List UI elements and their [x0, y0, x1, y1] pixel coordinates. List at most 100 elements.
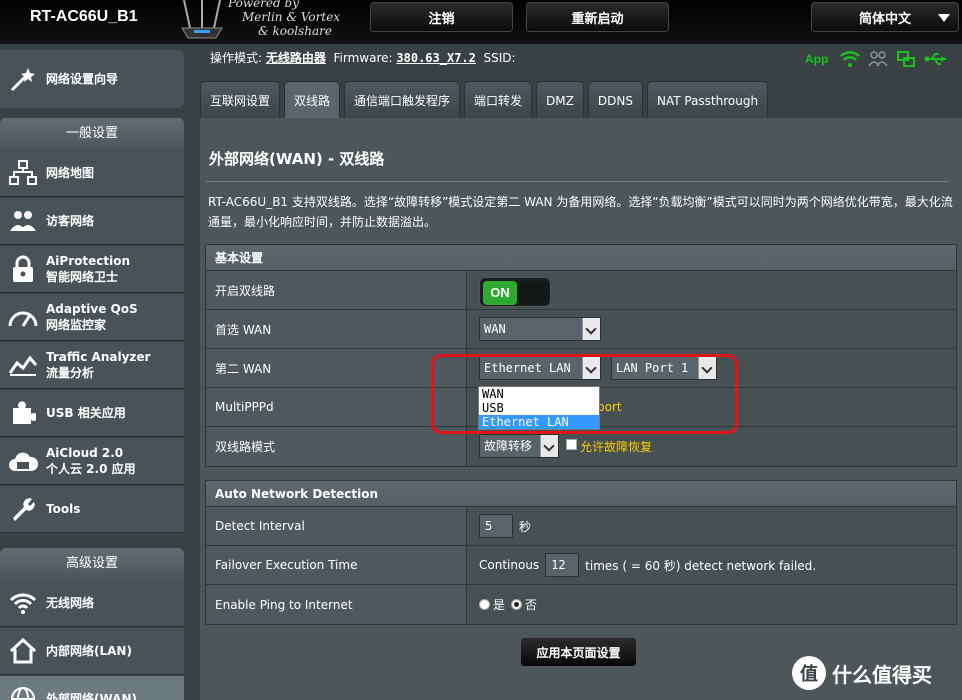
row-primary-wan: 首选 WAN WAN	[206, 310, 956, 349]
caret-down-icon	[938, 14, 950, 22]
sidebar-item-label: 访客网络	[46, 214, 95, 228]
tab-bar: 互联网设置 双线路 通信端口触发程序 端口转发 DMZ DDNS NAT Pas…	[200, 81, 769, 119]
globe-icon	[0, 676, 46, 700]
status-line: 操作模式: 无线路由器 Firmware: 380.63_X7.2 SSID:	[210, 49, 516, 66]
primary-wan-select[interactable]: WAN	[479, 317, 601, 341]
section-header: Auto Network Detection	[206, 481, 956, 507]
sidebar-item-wizard[interactable]: 网络设置向导	[0, 50, 184, 108]
sidebar-item-qos[interactable]: Adaptive QoS 网络监控家	[0, 294, 184, 341]
sidebar-item-guest-network[interactable]: 访客网络	[0, 198, 184, 245]
sidebar-item-sublabel: 智能网络卫士	[46, 270, 119, 284]
row-label: 双线路模式	[206, 427, 467, 466]
page-title: 外部网络(WAN) - 双线路	[209, 150, 385, 168]
sidebar-item-sublabel: 网络监控家	[46, 318, 107, 332]
dual-wan-mode-select[interactable]: 故障转移	[479, 434, 559, 458]
watermark-logo-text: 值	[800, 664, 818, 685]
speedometer-icon	[0, 294, 46, 341]
row-label: Detect Interval	[206, 507, 467, 545]
watermark-text: 什么值得买	[832, 662, 932, 687]
reboot-button[interactable]: 重新启动	[526, 2, 669, 32]
sidebar-item-wireless[interactable]: 无线网络	[0, 580, 184, 627]
toggle-knob	[519, 281, 549, 305]
sidebar-item-aicloud[interactable]: AiCloud 2.0 个人云 2.0 应用	[0, 438, 184, 485]
advanced-settings-header: 高级设置	[0, 548, 184, 580]
apply-button[interactable]: 应用本页面设置	[520, 637, 637, 667]
watermark-logo: 值	[792, 656, 826, 690]
mode-label: 操作模式:	[210, 51, 263, 65]
detect-interval-input[interactable]: 5	[479, 514, 513, 538]
section-header: 基本设置	[206, 245, 956, 271]
row-label: MultiPPPd	[206, 388, 467, 426]
row-ping-internet: Enable Ping to Internet 是 否	[206, 585, 956, 624]
usb-icon[interactable]	[924, 52, 948, 66]
sidebar-item-label: Tools	[46, 502, 81, 516]
credit-line-1: Powered by	[228, 0, 299, 10]
wifi-status-icon[interactable]	[840, 50, 861, 68]
sidebar-item-wan[interactable]: 外部网络(WAN)	[0, 676, 184, 700]
home-icon	[0, 628, 46, 675]
sidebar-item-sublabel: 流量分析	[46, 366, 95, 380]
sidebar-item-label: Traffic Analyzer	[46, 350, 151, 364]
row-label: Enable Ping to Internet	[206, 585, 467, 624]
guest-users-icon	[0, 198, 46, 245]
row-label: 第二 WAN	[206, 349, 467, 387]
row-detect-interval: Detect Interval 5 秒	[206, 507, 956, 546]
chart-icon	[0, 342, 46, 389]
sidebar: 网络设置向导 一般设置 网络地图 访客网络 AiProtection 智能网络卫士…	[0, 44, 185, 700]
interval-unit: 秒	[519, 519, 532, 534]
cloud-icon	[0, 438, 46, 485]
chevron-down-icon	[540, 435, 558, 457]
sidebar-item-label: 外部网络(WAN)	[46, 692, 137, 700]
ping-no-radio[interactable]	[511, 599, 523, 610]
chevron-down-icon	[582, 318, 600, 340]
tab-port-forward[interactable]: 端口转发	[464, 81, 533, 119]
tab-nat-passthrough[interactable]: NAT Passthrough	[646, 81, 769, 119]
allow-failback-label: 允许故障恢复	[580, 440, 653, 454]
sidebar-item-aiprotection[interactable]: AiProtection 智能网络卫士	[0, 246, 184, 293]
mode-link[interactable]: 无线路由器	[266, 51, 326, 65]
toggle-on-label: ON	[483, 281, 517, 305]
highlight-annotation	[431, 354, 738, 434]
sidebar-item-traffic-analyzer[interactable]: Traffic Analyzer 流量分析	[0, 342, 184, 389]
router-model: RT-AC66U_B1	[30, 8, 138, 25]
allow-failback-checkbox[interactable]	[566, 439, 577, 450]
row-label: Failover Execution Time	[206, 546, 467, 584]
ping-yes-label: 是	[493, 598, 506, 612]
puzzle-icon	[0, 390, 46, 437]
sidebar-item-sublabel: 个人云 2.0 应用	[46, 462, 136, 476]
tab-dmz[interactable]: DMZ	[536, 81, 584, 119]
dual-wan-toggle[interactable]: ON	[479, 277, 551, 307]
logout-button[interactable]: 注销	[370, 2, 513, 32]
language-select[interactable]: 简体中文	[811, 2, 959, 32]
sidebar-item-usb[interactable]: USB 相关应用	[0, 390, 184, 437]
firmware-link[interactable]: 380.63_X7.2	[396, 51, 475, 65]
clients-icon[interactable]	[868, 50, 888, 68]
sidebar-item-lan[interactable]: 内部网络(LAN)	[0, 628, 184, 675]
wrench-icon	[0, 486, 46, 533]
tab-internet[interactable]: 互联网设置	[200, 81, 281, 119]
lock-icon	[0, 246, 46, 293]
sidebar-item-label: 内部网络(LAN)	[46, 644, 132, 658]
brand-logo: Powered by Merlin & Vortex & koolshare	[176, 0, 366, 44]
sidebar-item-label: AiProtection	[46, 254, 130, 268]
sidebar-item-label: AiCloud 2.0	[46, 446, 124, 460]
tab-dual-wan[interactable]: 双线路	[284, 81, 341, 119]
tab-ddns[interactable]: DDNS	[587, 81, 643, 119]
ping-yes-radio[interactable]	[479, 599, 490, 610]
sidebar-item-label: Adaptive QoS	[46, 302, 138, 316]
page-description: RT-AC66U_B1 支持双线路。选择“故障转移”模式设定第二 WAN 为备用…	[208, 195, 953, 229]
sidebar-item-network-map[interactable]: 网络地图	[0, 150, 184, 197]
sidebar-item-tools[interactable]: Tools	[0, 486, 184, 533]
app-link[interactable]: App	[805, 52, 828, 66]
watermark: 值 什么值得买	[792, 655, 932, 691]
failover-prefix: Continous	[479, 558, 540, 572]
tab-port-trigger[interactable]: 通信端口触发程序	[344, 81, 461, 119]
network-status-icon[interactable]	[896, 50, 916, 68]
language-label: 简体中文	[858, 11, 911, 27]
network-map-icon	[0, 150, 46, 197]
row-enable-dual-wan: 开启双线路 ON	[206, 271, 956, 310]
general-settings-header: 一般设置	[0, 118, 184, 150]
sidebar-item-label: 网络地图	[46, 166, 95, 180]
ping-no-label: 否	[525, 598, 538, 612]
failover-count-input[interactable]: 12	[545, 553, 580, 577]
